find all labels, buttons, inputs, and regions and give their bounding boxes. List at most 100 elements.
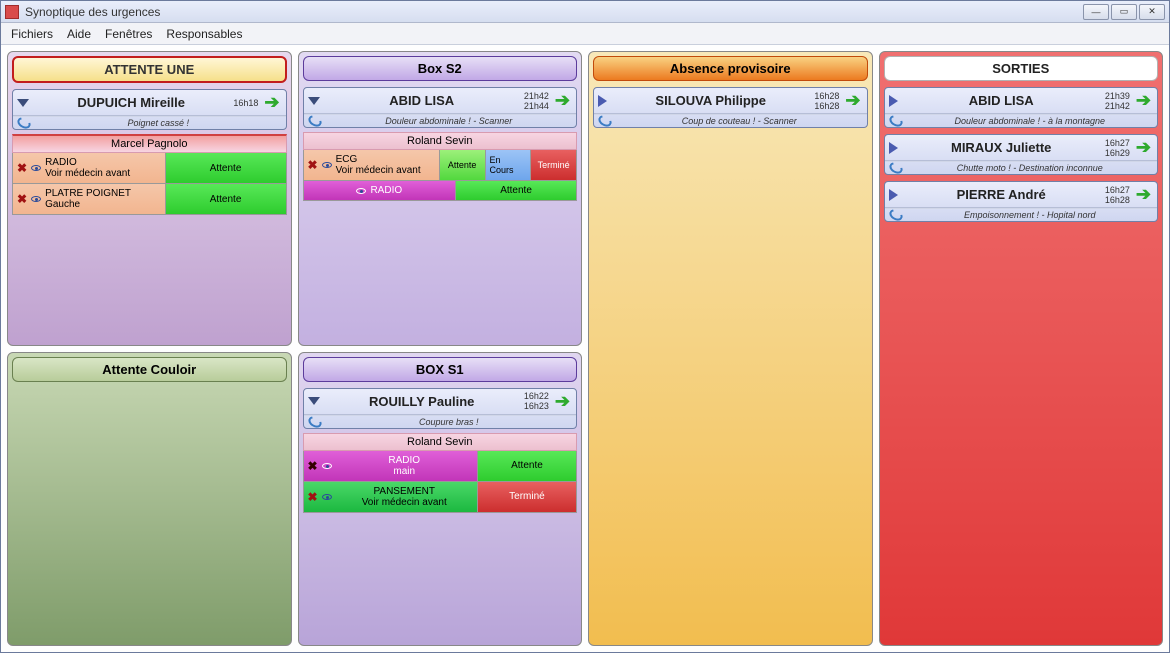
- menu-fichiers[interactable]: Fichiers: [11, 27, 53, 41]
- patient-header: SILOUVA Philippe 16h28 16h28 ➔: [594, 88, 867, 114]
- patient-times: 16h27 16h28: [1105, 185, 1130, 205]
- eye-icon[interactable]: [322, 463, 332, 469]
- patient-detail: Douleur abdominale ! - à la montagne: [907, 116, 1154, 126]
- play-icon[interactable]: [598, 95, 607, 107]
- task-cell[interactable]: ✖ RADIO main: [304, 451, 478, 481]
- patient-header: DUPUICH Mireille 16h18 ➔: [13, 90, 286, 116]
- status-cell[interactable]: Attente: [456, 181, 576, 200]
- patient-card[interactable]: ABID LISA 21h42 21h44 ➔ Douleur abdomina…: [303, 87, 578, 128]
- task-sub: Voir médecin avant: [336, 497, 473, 508]
- delete-icon[interactable]: ✖: [17, 161, 27, 175]
- refresh-icon[interactable]: [887, 207, 904, 223]
- patient-card[interactable]: ROUILLY Pauline 16h22 16h23 ➔ Coupure br…: [303, 388, 578, 429]
- task-row: ✖ RADIO main Attente: [303, 451, 578, 482]
- play-icon[interactable]: [889, 142, 898, 154]
- patient-card[interactable]: DUPUICH Mireille 16h18 ➔ Poignet cassé !: [12, 89, 287, 130]
- next-arrow-icon[interactable]: ➔: [1134, 90, 1153, 111]
- task-label: ECG Voir médecin avant: [336, 154, 421, 176]
- time: 21h42: [1105, 101, 1130, 111]
- task-sub: Gauche: [45, 199, 131, 210]
- patient-detail: Chutte moto ! - Destination inconnue: [907, 163, 1154, 173]
- time: 16h28: [814, 101, 839, 111]
- patient-name: MIRAUX Juliette: [902, 140, 1101, 155]
- time: 16h28: [814, 91, 839, 101]
- status-encours[interactable]: En Cours: [486, 150, 532, 180]
- panel-title-attente-couloir: Attente Couloir: [12, 357, 287, 382]
- close-button[interactable]: ✕: [1139, 4, 1165, 20]
- patient-name: ROUILLY Pauline: [324, 394, 520, 409]
- task-sub: Voir médecin avant: [45, 168, 130, 179]
- time: 16h29: [1105, 148, 1130, 158]
- delete-icon[interactable]: ✖: [308, 459, 318, 473]
- status-termine[interactable]: Terminé: [531, 150, 576, 180]
- next-arrow-icon[interactable]: ➔: [553, 90, 572, 111]
- task-cell[interactable]: ✖ PANSEMENT Voir médecin avant: [304, 482, 478, 512]
- expand-icon[interactable]: [308, 397, 320, 405]
- panel-title-box-s2: Box S2: [303, 56, 578, 81]
- refresh-icon[interactable]: [887, 160, 904, 176]
- panel-sorties: SORTIES ABID LISA 21h39 21h42 ➔ Douleur …: [879, 51, 1164, 646]
- time: 16h27: [1105, 138, 1130, 148]
- task-name: PLATRE POIGNET: [45, 188, 131, 199]
- status-cell[interactable]: Attente: [166, 153, 286, 183]
- next-arrow-icon[interactable]: ➔: [1134, 137, 1153, 158]
- eye-icon[interactable]: [322, 494, 332, 500]
- patient-detail-row: Poignet cassé !: [13, 116, 286, 129]
- next-arrow-icon[interactable]: ➔: [1134, 184, 1153, 205]
- refresh-icon[interactable]: [306, 113, 323, 129]
- patient-detail: Coupure bras !: [326, 417, 573, 427]
- refresh-icon[interactable]: [596, 113, 613, 129]
- menu-fenetres[interactable]: Fenêtres: [105, 27, 152, 41]
- task-cell[interactable]: ✖ RADIO Voir médecin avant: [13, 153, 166, 183]
- expand-icon[interactable]: [308, 97, 320, 105]
- patient-detail-row: Coup de couteau ! - Scanner: [594, 114, 867, 127]
- maximize-button[interactable]: ▭: [1111, 4, 1137, 20]
- status-cell[interactable]: Attente: [166, 184, 286, 214]
- time: 16h22: [524, 391, 549, 401]
- next-arrow-icon[interactable]: ➔: [553, 391, 572, 412]
- app-window: Synoptique des urgences — ▭ ✕ Fichiers A…: [0, 0, 1170, 653]
- eye-icon[interactable]: [31, 196, 41, 202]
- refresh-icon[interactable]: [887, 113, 904, 129]
- patient-card[interactable]: SILOUVA Philippe 16h28 16h28 ➔ Coup de c…: [593, 87, 868, 128]
- task-sub: main: [336, 466, 473, 477]
- patient-detail-row: Douleur abdominale ! - à la montagne: [885, 114, 1158, 127]
- task-row: ✖ PANSEMENT Voir médecin avant Terminé: [303, 482, 578, 513]
- patient-header: ABID LISA 21h39 21h42 ➔: [885, 88, 1158, 114]
- window-title: Synoptique des urgences: [25, 5, 1083, 19]
- play-icon[interactable]: [889, 189, 898, 201]
- menu-aide[interactable]: Aide: [67, 27, 91, 41]
- refresh-icon[interactable]: [306, 414, 323, 430]
- panel-title-attente-une: ATTENTE UNE: [12, 56, 287, 83]
- minimize-button[interactable]: —: [1083, 4, 1109, 20]
- task-cell[interactable]: ✖ PLATRE POIGNET Gauche: [13, 184, 166, 214]
- menu-responsables[interactable]: Responsables: [166, 27, 242, 41]
- delete-icon[interactable]: ✖: [308, 490, 318, 504]
- patient-detail-row: Douleur abdominale ! - Scanner: [304, 114, 577, 127]
- time: 16h28: [1105, 195, 1130, 205]
- patient-times: 16h27 16h29: [1105, 138, 1130, 158]
- status-cell[interactable]: Terminé: [478, 482, 576, 512]
- patient-times: 16h18: [233, 98, 258, 108]
- patient-card[interactable]: MIRAUX Juliette 16h27 16h29 ➔ Chutte mot…: [884, 134, 1159, 175]
- task-name: RADIO: [45, 157, 130, 168]
- panel-box-s1: BOX S1 ROUILLY Pauline 16h22 16h23 ➔ Cou…: [298, 352, 583, 647]
- play-icon[interactable]: [889, 95, 898, 107]
- task-cell[interactable]: RADIO: [304, 181, 457, 200]
- patient-card[interactable]: ABID LISA 21h39 21h42 ➔ Douleur abdomina…: [884, 87, 1159, 128]
- task-cell[interactable]: ✖ ECG Voir médecin avant: [304, 150, 440, 180]
- patient-times: 16h28 16h28: [814, 91, 839, 111]
- status-attente[interactable]: Attente: [440, 150, 486, 180]
- delete-icon[interactable]: ✖: [308, 158, 318, 172]
- eye-icon[interactable]: [356, 188, 366, 194]
- patient-header: PIERRE André 16h27 16h28 ➔: [885, 182, 1158, 208]
- eye-icon[interactable]: [31, 165, 41, 171]
- refresh-icon[interactable]: [15, 115, 32, 131]
- status-cell[interactable]: Attente: [478, 451, 576, 481]
- patient-card[interactable]: PIERRE André 16h27 16h28 ➔ Empoisonnemen…: [884, 181, 1159, 222]
- next-arrow-icon[interactable]: ➔: [843, 90, 862, 111]
- expand-icon[interactable]: [17, 99, 29, 107]
- next-arrow-icon[interactable]: ➔: [262, 92, 281, 113]
- delete-icon[interactable]: ✖: [17, 192, 27, 206]
- eye-icon[interactable]: [322, 162, 332, 168]
